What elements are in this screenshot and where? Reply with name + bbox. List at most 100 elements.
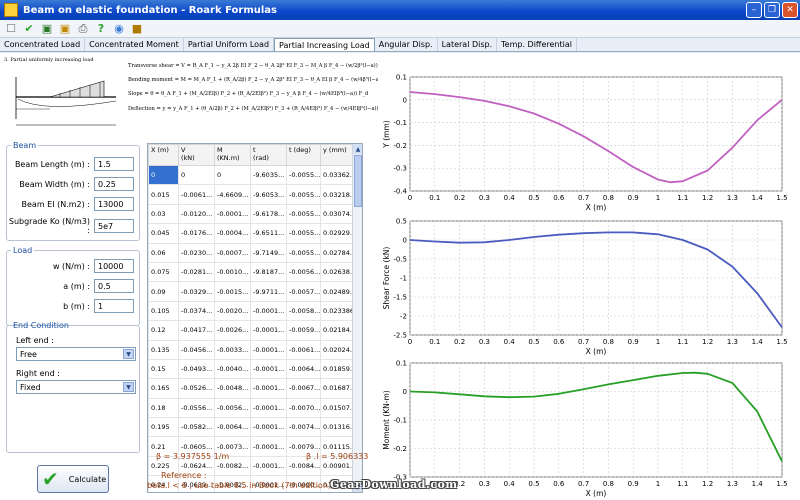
table-cell[interactable]: -0.0176...: [178, 223, 215, 244]
table-cell[interactable]: -0.0001...: [250, 300, 287, 322]
table-cell[interactable]: -0.0048...: [214, 378, 251, 399]
table-cell[interactable]: -9.9711...: [250, 281, 287, 302]
maximize-icon[interactable]: ❐: [764, 2, 780, 18]
table-row[interactable]: 0.15 -0.0493... -0.0040... -0.0001... -0.006…: [148, 358, 354, 380]
results-table[interactable]: X (m) V (kN) M (KN.m) t (rad) t (deg) y …: [147, 143, 363, 493]
chevron-down-icon[interactable]: ▼: [123, 382, 134, 392]
calculate-button[interactable]: ✔ Calculate: [37, 465, 109, 493]
beam-width-input[interactable]: [94, 177, 134, 191]
col-header-m[interactable]: M (KN.m): [214, 144, 251, 166]
table-cell[interactable]: 0: [214, 164, 251, 186]
table-cell[interactable]: 0.105: [148, 300, 179, 322]
web-icon[interactable]: ◉: [112, 22, 126, 36]
table-cell[interactable]: -0.0004...: [214, 223, 251, 244]
table-row[interactable]: 0.075 -0.0281... -0.0010... -9.8187... -0.00…: [148, 261, 354, 283]
table-cell[interactable]: -9.6511...: [250, 223, 287, 244]
table-cell[interactable]: -0.0074...: [286, 417, 321, 438]
table-cell[interactable]: -0.0556...: [178, 397, 215, 419]
table-cell[interactable]: 0: [148, 164, 179, 186]
table-cell[interactable]: 0.06: [148, 242, 179, 263]
table-cell[interactable]: -0.0281...: [178, 261, 215, 283]
table-row[interactable]: 0.18 -0.0556... -0.0056... -0.0001... -0.007…: [148, 397, 354, 419]
table-cell[interactable]: -0.0026...: [214, 320, 251, 341]
table-cell[interactable]: 0.015: [148, 184, 179, 205]
app-logo-icon[interactable]: ■: [130, 22, 144, 36]
table-cell[interactable]: 0.02784...: [320, 242, 354, 263]
col-header-t-rad[interactable]: t (rad): [250, 144, 287, 166]
save-as-icon[interactable]: ▣: [58, 22, 72, 36]
table-cell[interactable]: -0.0055...: [286, 242, 321, 263]
scrollbar-thumb[interactable]: [354, 155, 362, 207]
table-cell[interactable]: -0.0001...: [250, 397, 287, 419]
table-cell[interactable]: 0.045: [148, 223, 179, 244]
table-row[interactable]: 0.165 -0.0526... -0.0048... -0.0001... -0.00…: [148, 378, 354, 399]
table-cell[interactable]: -0.0058...: [286, 300, 321, 322]
tab-lateral-disp[interactable]: Lateral Disp.: [438, 38, 498, 51]
scroll-up-icon[interactable]: ▲: [353, 144, 362, 154]
table-cell[interactable]: -9.6178...: [250, 203, 287, 225]
table-cell[interactable]: -0.0120...: [178, 203, 215, 225]
table-cell[interactable]: 0.075: [148, 261, 179, 283]
table-row[interactable]: 0 0 0 -9.6035... -0.0055... 0.03362...: [148, 164, 354, 186]
table-cell[interactable]: -0.0057...: [286, 281, 321, 302]
table-cell[interactable]: -0.0417...: [178, 320, 215, 341]
table-cell[interactable]: 0.03218...: [320, 184, 354, 205]
table-cell[interactable]: -0.0064...: [214, 417, 251, 438]
table-cell[interactable]: -0.0064...: [286, 358, 321, 380]
table-cell[interactable]: -0.0456...: [178, 339, 215, 360]
close-icon[interactable]: ✕: [782, 2, 798, 18]
table-cell[interactable]: 0.18: [148, 397, 179, 419]
table-cell[interactable]: -0.0007...: [214, 242, 251, 263]
table-row[interactable]: 0.045 -0.0176... -0.0004... -9.6511... -0.00…: [148, 223, 354, 244]
table-cell[interactable]: -0.0374...: [178, 300, 215, 322]
table-cell[interactable]: -0.0059...: [286, 320, 321, 341]
table-cell[interactable]: -9.6053...: [250, 184, 287, 205]
tab-concentrated-moment[interactable]: Concentrated Moment: [85, 38, 184, 51]
table-cell[interactable]: 0.02489...: [320, 281, 354, 302]
a-input[interactable]: [94, 279, 134, 293]
table-cell[interactable]: 0.0233868: [320, 300, 354, 322]
table-cell[interactable]: -0.0055...: [286, 164, 321, 186]
table-cell[interactable]: -0.0001...: [250, 320, 287, 341]
col-header-y[interactable]: y (mm): [320, 144, 354, 166]
col-header-t-deg[interactable]: t (deg): [286, 144, 321, 166]
table-cell[interactable]: -0.0001...: [250, 339, 287, 360]
table-cell[interactable]: -0.0582...: [178, 417, 215, 438]
table-cell[interactable]: -0.0070...: [286, 397, 321, 419]
table-cell[interactable]: -0.0010...: [214, 261, 251, 283]
table-cell[interactable]: -0.0061...: [286, 339, 321, 360]
right-end-select[interactable]: Fixed ▼: [16, 380, 136, 394]
table-cell[interactable]: 0.03362...: [320, 164, 354, 186]
table-cell[interactable]: 0.15: [148, 358, 179, 380]
tab-partial-uniform-load[interactable]: Partial Uniform Load: [184, 38, 275, 51]
table-cell[interactable]: -0.0493...: [178, 358, 215, 380]
table-cell[interactable]: 0.12: [148, 320, 179, 341]
table-row[interactable]: 0.195 -0.0582... -0.0064... -0.0001... -0.00…: [148, 417, 354, 438]
table-row[interactable]: 0.06 -0.0230... -0.0007... -9.7149... -0.005…: [148, 242, 354, 263]
table-cell[interactable]: -0.0001...: [250, 358, 287, 380]
table-cell[interactable]: -9.8187...: [250, 261, 287, 283]
table-cell[interactable]: 0.01316...: [320, 417, 354, 438]
save-icon[interactable]: ▣: [40, 22, 54, 36]
table-row[interactable]: 0.105 -0.0374... -0.0020... -0.0001... -0.00…: [148, 300, 354, 322]
table-cell[interactable]: -0.0067...: [286, 378, 321, 399]
table-cell[interactable]: 0.02024...: [320, 339, 354, 360]
table-cell[interactable]: 0.01687...: [320, 378, 354, 399]
table-cell[interactable]: 0.03: [148, 203, 179, 225]
new-file-icon[interactable]: ☐: [4, 22, 18, 36]
chevron-down-icon[interactable]: ▼: [123, 349, 134, 359]
table-cell[interactable]: -0.0056...: [286, 261, 321, 283]
table-row[interactable]: 0.09 -0.0329... -0.0015... -9.9711... -0.005…: [148, 281, 354, 302]
table-cell[interactable]: 0.195: [148, 417, 179, 438]
b-input[interactable]: [94, 299, 134, 313]
table-cell[interactable]: -9.7149...: [250, 242, 287, 263]
left-end-select[interactable]: Free ▼: [16, 347, 136, 361]
help-icon[interactable]: ?: [94, 22, 108, 36]
table-cell[interactable]: -0.0001...: [214, 203, 251, 225]
print-icon[interactable]: ⎙: [76, 22, 90, 36]
table-cell[interactable]: -0.0230...: [178, 242, 215, 263]
table-cell[interactable]: 0: [178, 164, 215, 186]
table-cell[interactable]: 0.02184...: [320, 320, 354, 341]
table-cell[interactable]: -0.0329...: [178, 281, 215, 302]
table-cell[interactable]: -0.0055...: [286, 184, 321, 205]
